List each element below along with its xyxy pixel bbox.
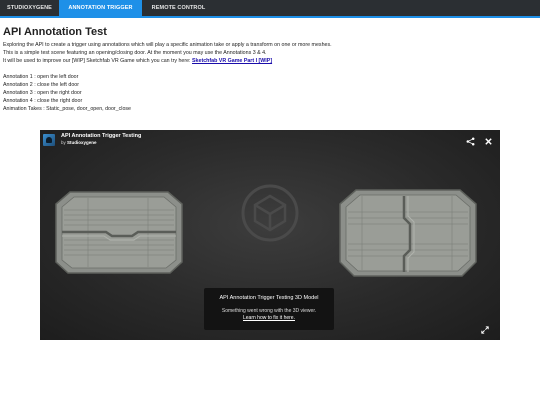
error-message-title: API Annotation Trigger Testing 3D Model xyxy=(219,295,319,301)
sketchfab-logo-watermark-icon xyxy=(241,184,299,242)
error-message-box: API Annotation Trigger Testing 3D Model … xyxy=(204,288,334,330)
model-viewer[interactable]: API Annotation Trigger Testing by Studio… xyxy=(40,130,500,340)
main-content: API Annotation Test Exploring the API to… xyxy=(3,26,533,113)
annotation-line-2: Annotation 2 : close the left door xyxy=(3,82,79,88)
nav-tab-annotation-trigger[interactable]: ANNOTATION TRIGGER xyxy=(59,0,142,16)
page-title: API Annotation Test xyxy=(3,26,107,38)
annotation-line-4: Annotation 4 : close the right door xyxy=(3,98,83,104)
intro-text-3: It will be used to improve our [WIP] Ske… xyxy=(3,57,533,65)
intro-text-3-prefix: It will be used to improve our [WIP] Ske… xyxy=(3,58,193,64)
animation-takes: Animation Takes : Static_pose, door_open… xyxy=(3,106,131,112)
model-author-line: by Studioxygene xyxy=(61,140,141,146)
intro-text-2: This is a simple test scene featuring an… xyxy=(3,50,267,56)
model-author[interactable]: Studioxygene xyxy=(67,140,97,145)
error-message-text: Something went wrong with the 3D viewer. xyxy=(221,308,317,314)
nav-tab-remote-control[interactable]: REMOTE CONTROL xyxy=(142,0,215,16)
close-icon[interactable] xyxy=(484,137,493,146)
left-door-model xyxy=(55,191,183,274)
model-title[interactable]: API Annotation Trigger Testing xyxy=(61,133,141,140)
right-door-model xyxy=(339,189,477,277)
error-help-link[interactable]: Learn how to fix it here. xyxy=(204,315,334,322)
vr-game-link[interactable]: Sketchfab VR Game Part I [WIP] xyxy=(192,58,272,64)
author-avatar[interactable] xyxy=(43,133,55,146)
nav-tab-studioxygene[interactable]: STUDIOXYGENE xyxy=(0,0,59,16)
top-nav: STUDIOXYGENE ANNOTATION TRIGGER REMOTE C… xyxy=(0,0,540,16)
nav-accent-line xyxy=(0,16,540,18)
fullscreen-icon[interactable] xyxy=(481,326,489,334)
annotation-line-3: Annotation 3 : open the right door xyxy=(3,90,82,96)
share-icon[interactable] xyxy=(466,137,475,146)
viewer-header: API Annotation Trigger Testing by Studio… xyxy=(43,133,141,146)
annotation-line-1: Annotation 1 : open the left door xyxy=(3,74,79,80)
intro-text-1: Exploring the API to create a trigger us… xyxy=(3,42,332,48)
